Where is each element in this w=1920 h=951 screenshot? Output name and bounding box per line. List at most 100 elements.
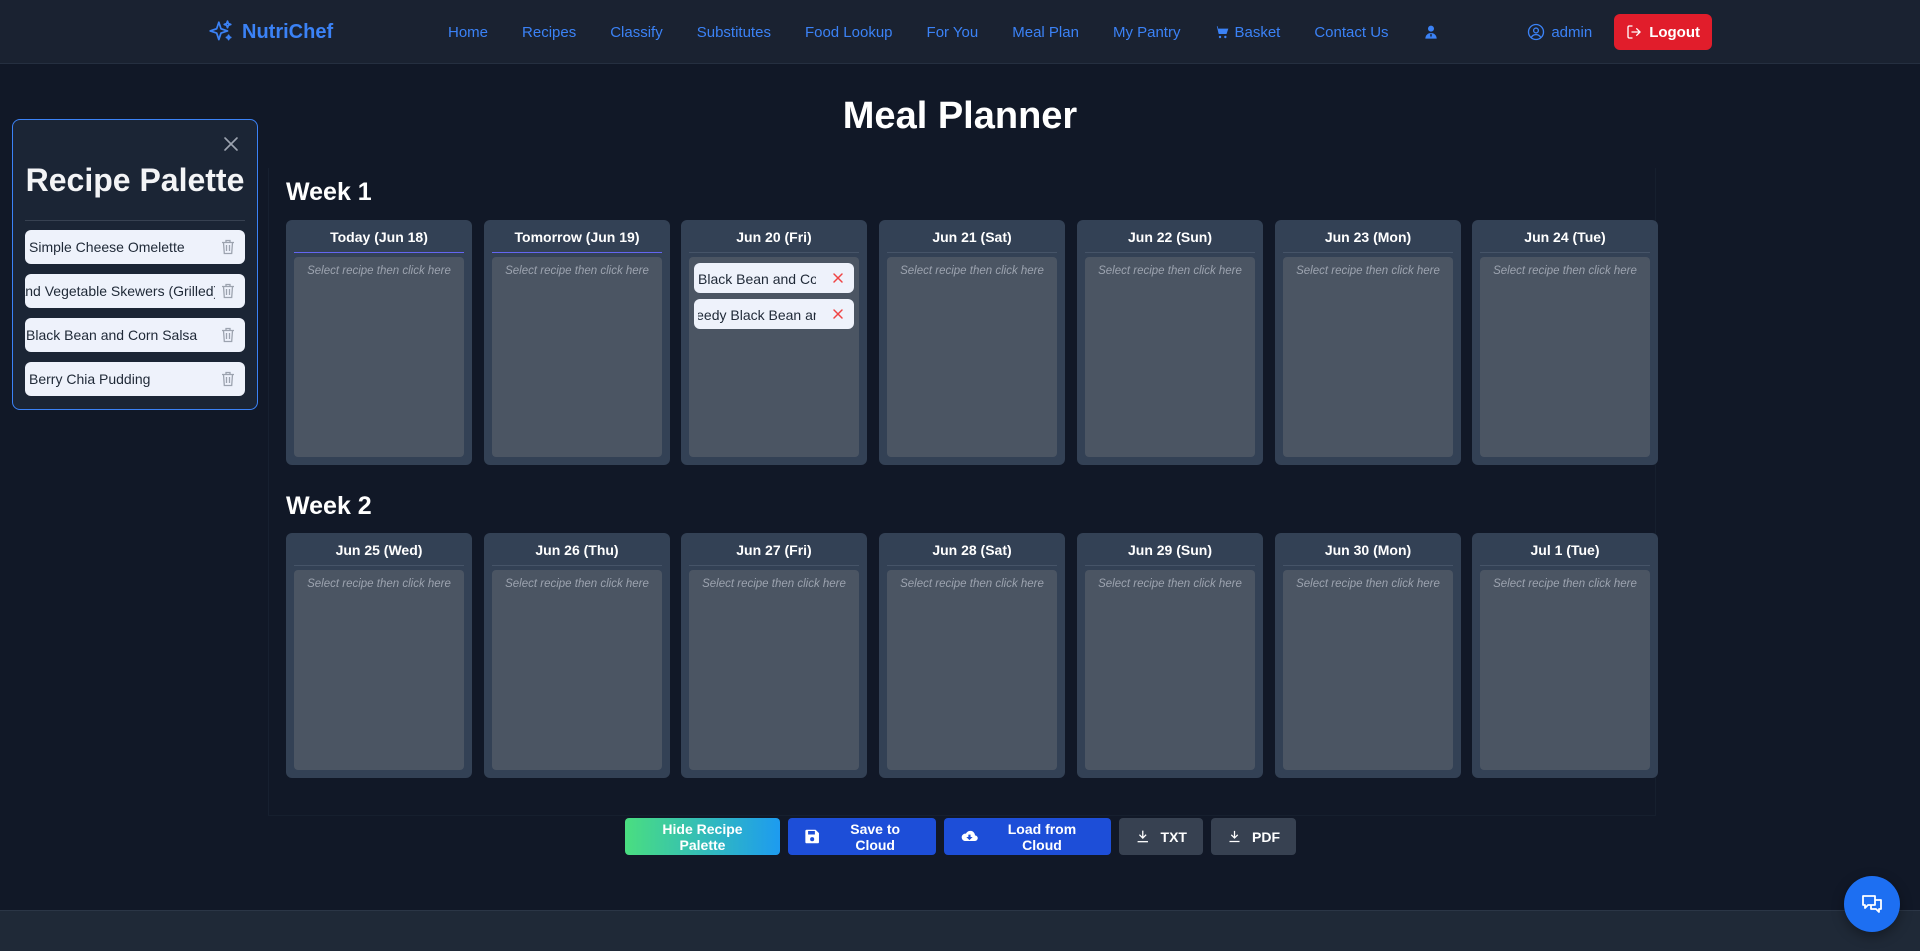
day-drop-zone[interactable]: Select recipe then click here xyxy=(492,257,662,457)
day-drop-zone[interactable]: Select recipe then click here xyxy=(1480,570,1650,770)
drop-placeholder: Select recipe then click here xyxy=(1296,578,1440,590)
logout-button[interactable]: Logout xyxy=(1614,14,1712,50)
account-username: admin xyxy=(1551,23,1593,41)
chat-bubbles-icon xyxy=(1862,895,1882,913)
day-divider xyxy=(1085,252,1255,253)
drop-placeholder: Select recipe then click here xyxy=(307,578,451,590)
day-header: Jun 20 (Fri) xyxy=(736,229,812,245)
nav-link-user-profile[interactable] xyxy=(1423,24,1439,40)
palette-item[interactable]: Simple Cheese Omelette xyxy=(25,230,245,264)
cart-icon xyxy=(1215,26,1229,39)
save-to-cloud-button[interactable]: Save to Cloud xyxy=(788,818,936,855)
drop-placeholder: Select recipe then click here xyxy=(505,578,649,590)
day-card: Jun 24 (Tue) Select recipe then click he… xyxy=(1472,220,1658,465)
close-icon[interactable] xyxy=(223,136,239,152)
day-card: Jun 22 (Sun) Select recipe then click he… xyxy=(1077,220,1263,465)
nav-link-basket[interactable]: Basket xyxy=(1214,24,1280,41)
nav-link-food-lookup[interactable]: Food Lookup xyxy=(805,24,893,41)
day-drop-zone[interactable]: Select recipe then click here xyxy=(294,570,464,770)
planner-actions: Hide Recipe Palette Save to Cloud Load f… xyxy=(625,818,1296,855)
day-card: Jun 26 (Thu) Select recipe then click he… xyxy=(484,533,670,778)
drop-placeholder: Select recipe then click here xyxy=(1493,578,1637,590)
nav-link-classify[interactable]: Classify xyxy=(610,24,663,41)
day-divider xyxy=(1480,252,1650,253)
palette-item[interactable]: Chicken and Vegetable Skewers (Grilled) xyxy=(25,274,245,308)
day-drop-zone[interactable]: Select recipe then click here xyxy=(1283,570,1453,770)
day-drop-zone[interactable]: Select recipe then click here xyxy=(887,570,1057,770)
download-pdf-label: PDF xyxy=(1252,828,1280,845)
nav-link-my-pantry[interactable]: My Pantry xyxy=(1113,24,1181,41)
day-drop-zone[interactable]: Select recipe then click here xyxy=(1480,257,1650,457)
user-circle-icon xyxy=(1528,23,1545,41)
day-divider xyxy=(294,252,464,253)
trash-icon[interactable] xyxy=(221,371,235,387)
palette-item-label: Berry Chia Pudding xyxy=(29,371,151,387)
day-divider xyxy=(689,252,859,253)
day-header: Jun 27 (Fri) xyxy=(736,542,812,558)
cloud-download-icon xyxy=(961,830,978,841)
drop-placeholder: Select recipe then click here xyxy=(307,265,451,277)
nav-link-meal-plan[interactable]: Meal Plan xyxy=(1012,24,1079,41)
chat-button[interactable] xyxy=(1844,876,1900,932)
remove-icon[interactable] xyxy=(832,308,844,320)
drop-placeholder: Select recipe then click here xyxy=(900,265,1044,277)
day-drop-zone[interactable]: Select recipe then click here xyxy=(294,257,464,457)
week-title: Week 1 xyxy=(286,178,372,206)
day-drop-zone[interactable]: Select recipe then click here xyxy=(1283,257,1453,457)
hide-palette-label: Hide Recipe Palette xyxy=(662,820,743,853)
nav-link-recipes[interactable]: Recipes xyxy=(522,24,576,41)
palette-divider xyxy=(25,220,245,221)
load-from-cloud-button[interactable]: Load from Cloud xyxy=(944,818,1111,855)
hide-palette-button[interactable]: Hide Recipe Palette xyxy=(625,818,780,855)
drop-placeholder: Select recipe then click here xyxy=(1493,265,1637,277)
user-icon xyxy=(1424,25,1437,39)
nav-link-for-you[interactable]: For You xyxy=(927,24,979,41)
day-drop-zone[interactable]: Select recipe then click here xyxy=(1085,257,1255,457)
day-drop-zone[interactable]: Select recipe then click here xyxy=(492,570,662,770)
day-header: Jun 22 (Sun) xyxy=(1127,229,1212,245)
download-pdf-button[interactable]: PDF xyxy=(1211,818,1296,855)
nav-link-contact-us[interactable]: Contact Us xyxy=(1314,24,1388,41)
day-card: Jun 23 (Mon) Select recipe then click he… xyxy=(1275,220,1461,465)
remove-icon[interactable] xyxy=(832,272,844,284)
day-drop-zone[interactable]: Select recipe then click here xyxy=(689,570,859,770)
logout-label: Logout xyxy=(1649,23,1700,41)
day-drop-zone[interactable]: Black Bean and Corn Salsa Speedy Black B… xyxy=(689,257,859,457)
brand-logo[interactable]: NutriChef xyxy=(208,18,333,46)
day-divider xyxy=(1283,252,1453,253)
download-txt-button[interactable]: TXT xyxy=(1119,818,1203,855)
day-drop-zone[interactable]: Select recipe then click here xyxy=(887,257,1057,457)
day-divider xyxy=(492,565,662,566)
day-card: Jun 30 (Mon) Select recipe then click he… xyxy=(1275,533,1461,778)
day-card: Jun 28 (Sat) Select recipe then click he… xyxy=(879,533,1065,778)
palette-title: Recipe Palette xyxy=(25,162,245,198)
floppy-disk-icon xyxy=(805,829,819,844)
account-link[interactable]: admin xyxy=(1527,23,1592,41)
download-icon xyxy=(1137,830,1148,843)
meal-chip[interactable]: Black Bean and Corn Salsa xyxy=(694,263,854,293)
trash-icon[interactable] xyxy=(221,239,235,255)
drop-placeholder: Select recipe then click here xyxy=(702,578,846,590)
day-header: Tomorrow (Jun 19) xyxy=(514,229,640,245)
day-card: Jun 29 (Sun) Select recipe then click he… xyxy=(1077,533,1263,778)
download-txt-label: TXT xyxy=(1160,828,1187,845)
nav-link-substitutes[interactable]: Substitutes xyxy=(697,24,771,41)
nav-user-area: admin Logout xyxy=(1527,14,1712,50)
meal-chip-label: Black Bean and Corn Salsa xyxy=(698,271,816,287)
footer xyxy=(0,910,1920,951)
page-title: Meal Planner xyxy=(842,95,1078,137)
trash-icon[interactable] xyxy=(221,327,235,343)
day-card: Jun 21 (Sat) Select recipe then click he… xyxy=(879,220,1065,465)
nav-link-home[interactable]: Home xyxy=(448,24,488,41)
day-divider xyxy=(492,252,662,253)
meal-chip[interactable]: Speedy Black Bean and xyxy=(694,299,854,329)
palette-item[interactable]: Black Bean and Corn Salsa xyxy=(25,318,245,352)
trash-icon[interactable] xyxy=(221,283,235,299)
day-divider xyxy=(294,565,464,566)
meal-chip-label: Speedy Black Bean and xyxy=(698,307,816,323)
brand-name: NutriChef xyxy=(242,20,334,43)
day-drop-zone[interactable]: Select recipe then click here xyxy=(1085,570,1255,770)
sparkle-icon xyxy=(209,20,232,41)
day-header: Jun 24 (Tue) xyxy=(1524,229,1606,245)
palette-item[interactable]: Berry Chia Pudding xyxy=(25,362,245,396)
